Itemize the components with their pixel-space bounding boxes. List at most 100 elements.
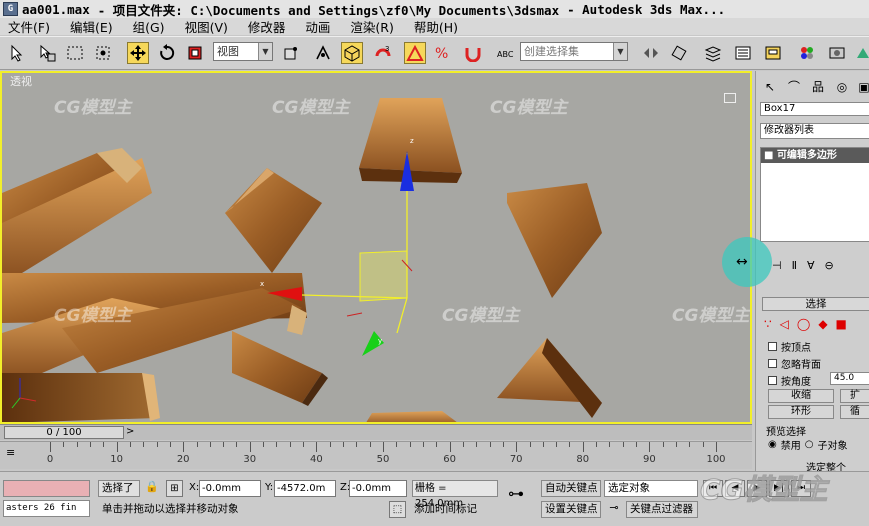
- mini-curve-editor-icon[interactable]: ≡: [6, 446, 15, 459]
- pivot-icon[interactable]: [280, 42, 302, 64]
- track-tick: [103, 442, 105, 447]
- modifier-stack-item[interactable]: ■ 可编辑多边形: [761, 148, 869, 163]
- key-selection-dropdown[interactable]: 选定对象: [604, 480, 698, 497]
- modify-tab-icon[interactable]: ⌒: [784, 77, 804, 97]
- snap-toggle-icon[interactable]: [341, 42, 363, 64]
- maxscript-output-field[interactable]: asters 26 fin: [3, 500, 90, 517]
- render-setup-icon[interactable]: [826, 42, 848, 64]
- grow-button[interactable]: 扩: [840, 389, 869, 403]
- maximize-viewport-icon[interactable]: [724, 93, 736, 103]
- app-icon[interactable]: G: [3, 2, 18, 16]
- vertex-level-icon[interactable]: ∵: [764, 317, 772, 331]
- make-unique-icon[interactable]: ∀: [807, 259, 815, 272]
- show-end-result-icon[interactable]: Ⅱ: [792, 259, 797, 272]
- key-filters-button[interactable]: 关键点过滤器: [626, 501, 698, 518]
- rotate-icon[interactable]: [156, 42, 178, 64]
- key-mode-icon[interactable]: ⊸: [604, 501, 624, 518]
- time-slider-next-icon[interactable]: >: [126, 426, 134, 437]
- loop-button[interactable]: 循: [840, 405, 869, 419]
- edge-level-icon[interactable]: ◁: [780, 317, 789, 331]
- ring-button[interactable]: 环形: [768, 405, 834, 419]
- track-tick-label: 40: [310, 454, 323, 465]
- select-by-name-icon[interactable]: [36, 42, 58, 64]
- named-selection-combo[interactable]: 创建选择集 ▼: [520, 42, 628, 61]
- render-icon[interactable]: [852, 42, 869, 64]
- menu-modifiers[interactable]: 修改器: [248, 17, 286, 36]
- layer-manager-icon[interactable]: [702, 42, 724, 64]
- align-icon[interactable]: [668, 42, 690, 64]
- track-tick: [183, 442, 185, 452]
- by-vertex-checkbox[interactable]: 按顶点: [768, 339, 811, 354]
- svg-text:3: 3: [385, 45, 389, 53]
- track-tick: [50, 442, 51, 452]
- perspective-viewport[interactable]: z x y 透视 CG模型主 CG模型主 CG模型主 CG模型主 CG模型主 C…: [0, 71, 752, 424]
- material-editor-icon[interactable]: [796, 42, 818, 64]
- magnet-icon[interactable]: [462, 42, 484, 64]
- by-angle-checkbox[interactable]: 按角度: [768, 373, 811, 388]
- select-manipulate-icon[interactable]: [312, 42, 334, 64]
- motion-tab-icon[interactable]: ◎: [832, 77, 852, 97]
- key-icon[interactable]: ⊶: [508, 484, 524, 503]
- track-tick: [622, 442, 624, 447]
- element-level-icon[interactable]: ■: [836, 317, 847, 331]
- reference-coordinate-combo[interactable]: 视图 ▼: [213, 42, 273, 61]
- menu-group[interactable]: 组(G): [133, 17, 165, 36]
- pin-stack-icon[interactable]: ⊣: [772, 259, 782, 272]
- radio-icon[interactable]: ○: [805, 439, 814, 450]
- add-time-tag-icon[interactable]: ⬚: [389, 501, 406, 518]
- shrink-button[interactable]: 收缩: [768, 389, 834, 403]
- absolute-mode-icon[interactable]: ⊞: [166, 480, 183, 497]
- menu-animation[interactable]: 动画: [305, 17, 330, 36]
- scale-icon[interactable]: [184, 42, 206, 64]
- percent-snap-icon[interactable]: [404, 42, 426, 64]
- menu-views[interactable]: 视图(V): [185, 17, 228, 36]
- track-tick: [582, 442, 584, 452]
- menu-file[interactable]: 文件(F): [8, 17, 50, 36]
- rectangular-selection-icon[interactable]: [64, 42, 86, 64]
- menu-edit[interactable]: 编辑(E): [70, 17, 113, 36]
- set-key-button[interactable]: 设置关键点: [541, 501, 601, 518]
- viewport-label[interactable]: 透视: [10, 73, 32, 89]
- selection-rollout-header[interactable]: 选择: [762, 297, 869, 311]
- radio-selected-icon[interactable]: ◉: [768, 439, 777, 450]
- spinner-snap-icon[interactable]: %: [432, 42, 454, 64]
- angle-snap-icon[interactable]: 3: [372, 42, 394, 64]
- time-slider-thumb[interactable]: 0 / 100: [4, 426, 124, 439]
- auto-key-button[interactable]: 自动关键点: [541, 480, 601, 497]
- hierarchy-tab-icon[interactable]: 品: [808, 77, 828, 97]
- x-coordinate-field[interactable]: -0.0mm: [199, 480, 261, 497]
- z-coordinate-field[interactable]: -0.0mm: [349, 480, 407, 497]
- ignore-backface-checkbox[interactable]: 忽略背面: [768, 356, 821, 371]
- checkbox-box[interactable]: [768, 376, 777, 385]
- checkbox-box[interactable]: [768, 342, 777, 351]
- create-tab-icon[interactable]: ↖: [760, 77, 780, 97]
- curve-editor-icon[interactable]: [732, 42, 754, 64]
- mirror-icon[interactable]: [640, 42, 662, 64]
- menu-help[interactable]: 帮助(H): [414, 17, 458, 36]
- object-name-field[interactable]: Box17: [760, 102, 869, 116]
- window-crossing-icon[interactable]: [92, 42, 114, 64]
- border-level-icon[interactable]: ◯: [797, 317, 810, 331]
- angle-spinner[interactable]: 45.0: [830, 372, 869, 385]
- move-icon[interactable]: [127, 42, 149, 64]
- add-time-tag-button[interactable]: 添加时间标记: [412, 501, 498, 518]
- track-bar[interactable]: ≡ 0 10 20 30 40 50 60 70 80 90 100: [0, 441, 752, 469]
- x-label: X:: [189, 482, 200, 493]
- polygon-level-icon[interactable]: ◆: [818, 317, 827, 331]
- display-tab-icon[interactable]: ▣: [854, 77, 869, 97]
- modifier-stack[interactable]: ■ 可编辑多边形: [760, 147, 869, 242]
- edit-named-selection-icon[interactable]: ABC: [494, 42, 516, 64]
- maxscript-listener-field[interactable]: [3, 480, 90, 497]
- time-slider[interactable]: 0 / 100 >: [0, 424, 752, 440]
- track-tick: [689, 442, 691, 447]
- select-object-icon[interactable]: [6, 42, 28, 64]
- svg-text:%: %: [435, 46, 448, 62]
- lock-icon[interactable]: 🔒: [143, 480, 161, 497]
- track-tick: [116, 442, 118, 452]
- modifier-list-dropdown[interactable]: 修改器列表: [760, 123, 869, 139]
- checkbox-box[interactable]: [768, 359, 777, 368]
- y-coordinate-field[interactable]: -4572.0m: [274, 480, 336, 497]
- remove-modifier-icon[interactable]: ⊖: [825, 259, 834, 272]
- schematic-view-icon[interactable]: [762, 42, 784, 64]
- menu-rendering[interactable]: 渲染(R): [350, 17, 393, 36]
